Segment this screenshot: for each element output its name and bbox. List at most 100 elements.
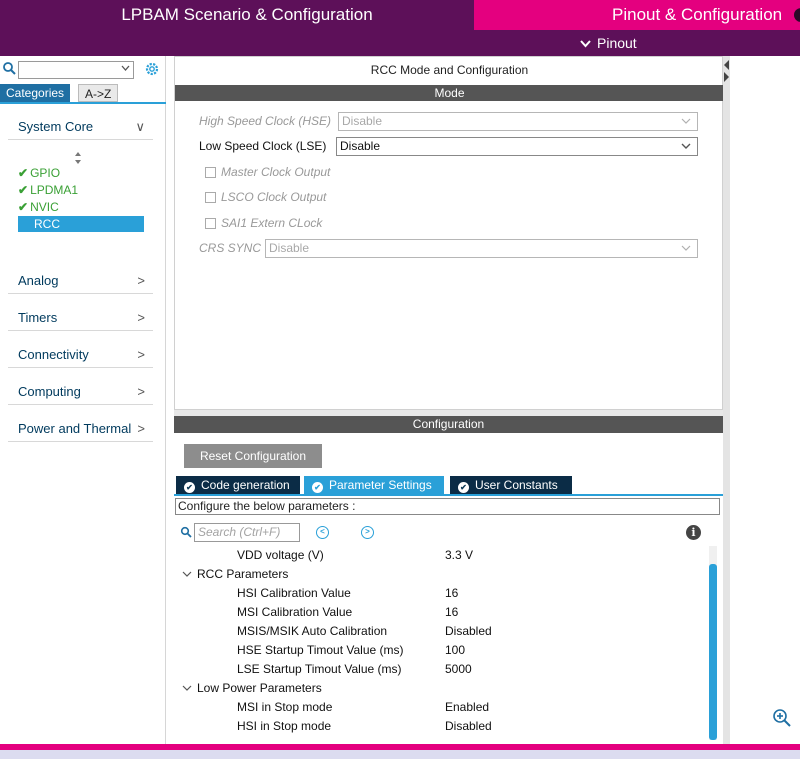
tab-pinout-configuration[interactable]: Pinout & Configuration — [474, 0, 800, 30]
peripheral-label: GPIO — [30, 166, 61, 180]
peripheral-label: LPDMA1 — [30, 183, 79, 197]
sub-bar: Pinout — [0, 30, 800, 56]
gear-icon[interactable] — [143, 60, 161, 78]
crs-sync-field: CRS SYNC Disable — [199, 239, 699, 259]
param-name: HSI in Stop mode — [237, 719, 332, 733]
categories-sidebar: Categories A->Z System Core ∨ ✔ GPIO ✔ LPD… — [0, 56, 166, 744]
peripheral-nvic[interactable]: ✔ NVIC — [18, 199, 59, 215]
scrollbar-thumb[interactable] — [709, 564, 717, 740]
sidebar-search-row — [0, 60, 166, 80]
configuration-header: Configuration — [174, 416, 723, 433]
category-label: Computing — [18, 384, 81, 399]
category-label: Connectivity — [18, 347, 89, 362]
zoom-in-icon[interactable] — [772, 708, 792, 728]
lse-select[interactable]: Disable — [336, 137, 698, 156]
parameter-scrollbar[interactable] — [709, 546, 717, 740]
tab-a-to-z[interactable]: A->Z — [78, 84, 119, 102]
table-group-row[interactable]: RCC Parameters — [174, 565, 708, 584]
sai1-checkbox[interactable] — [205, 218, 216, 229]
category-system-core[interactable]: System Core ∨ — [8, 114, 153, 140]
tab-label: User Constants — [475, 478, 558, 492]
lse-field: Low Speed Clock (LSE) Disable — [199, 137, 699, 157]
table-group-row[interactable]: Low Power Parameters — [174, 679, 708, 698]
pinout-menu[interactable]: Pinout — [580, 30, 637, 58]
mco-checkbox-row[interactable]: Master Clock Output — [205, 164, 505, 182]
category-tabs: Categories A->Z — [0, 84, 166, 104]
param-name: MSI Calibration Value — [237, 605, 353, 619]
top-bar: LPBAM Scenario & Configuration Pinout & … — [0, 0, 800, 30]
tab-code-generation[interactable]: ✔ Code generation — [176, 476, 300, 494]
info-icon[interactable]: i — [686, 525, 701, 540]
peripheral-lpdma1[interactable]: ✔ LPDMA1 — [18, 182, 78, 198]
category-analog[interactable]: Analog > — [8, 268, 153, 294]
param-value: 3.3 V — [445, 548, 474, 562]
lsco-checkbox[interactable] — [205, 192, 216, 203]
chevron-down-icon — [121, 64, 130, 75]
next-match-icon[interactable]: > — [361, 526, 374, 539]
category-timers[interactable]: Timers > — [8, 305, 153, 331]
tab-categories[interactable]: Categories — [0, 84, 71, 102]
table-row[interactable]: VDD voltage (V) 3.3 V — [174, 546, 708, 565]
check-icon: ✔ — [18, 183, 29, 197]
param-name: LSE Startup Timout Value (ms) — [237, 662, 402, 676]
tab-user-constants[interactable]: ✔ User Constants — [450, 476, 572, 494]
table-row[interactable]: MSIS/MSIK Auto Calibration Disabled — [174, 622, 708, 641]
crs-sync-label: CRS SYNC — [199, 241, 262, 255]
table-row[interactable]: LSE Startup Timout Value (ms) 5000 — [174, 660, 708, 679]
table-row[interactable]: HSI in Stop mode Disabled — [174, 717, 708, 736]
collapse-left-icon[interactable] — [724, 60, 729, 70]
mco-label: Master Clock Output — [221, 165, 331, 179]
hse-select-value: Disable — [342, 114, 383, 128]
tabs-underline — [174, 494, 723, 496]
crs-sync-select[interactable]: Disable — [265, 239, 698, 258]
expand-right-icon[interactable] — [724, 72, 729, 82]
tab-parameter-settings[interactable]: ✔ Parameter Settings — [304, 476, 444, 494]
chevron-down-icon — [681, 113, 691, 136]
check-circle-icon: ✔ — [458, 482, 469, 493]
search-icon — [180, 526, 192, 538]
mode-panel: RCC Mode and Configuration Mode High Spe… — [174, 56, 724, 410]
param-value: Disabled — [445, 719, 492, 733]
mco-checkbox[interactable] — [205, 167, 216, 178]
peripheral-gpio[interactable]: ✔ GPIO — [18, 165, 60, 181]
param-value: 16 — [445, 586, 459, 600]
category-computing[interactable]: Computing > — [8, 379, 153, 405]
param-name: VDD voltage (V) — [237, 548, 324, 562]
parameter-search-input[interactable]: Search (Ctrl+F) — [194, 523, 300, 542]
lsco-checkbox-row[interactable]: LSCO Clock Output — [205, 189, 505, 207]
bottom-status-area — [0, 750, 800, 759]
sort-icon[interactable] — [73, 151, 83, 165]
param-value: 100 — [445, 643, 466, 657]
main-panel: RCC Mode and Configuration Mode High Spe… — [174, 56, 724, 744]
reset-configuration-button[interactable]: Reset Configuration — [184, 444, 322, 468]
chevron-down-icon — [681, 240, 691, 263]
category-power-and-thermal[interactable]: Power and Thermal > — [8, 416, 153, 442]
param-name: HSI Calibration Value — [237, 586, 351, 600]
mode-header: Mode — [175, 85, 724, 101]
table-row[interactable]: MSI Calibration Value 16 — [174, 603, 708, 622]
param-value: 5000 — [445, 662, 472, 676]
chevron-right-icon: > — [137, 347, 145, 362]
sai1-checkbox-row[interactable]: SAI1 Extern CLock — [205, 215, 505, 233]
tab-lpbam-scenario[interactable]: LPBAM Scenario & Configuration — [0, 0, 474, 30]
configuration-panel: Configuration Reset Configuration ✔ Code … — [174, 416, 723, 744]
category-connectivity[interactable]: Connectivity > — [8, 342, 153, 368]
table-row[interactable]: HSI Calibration Value 16 — [174, 584, 708, 603]
chevron-right-icon: > — [137, 421, 145, 436]
table-row[interactable]: HSE Startup Timout Value (ms) 100 — [174, 641, 708, 660]
pinout-view — [730, 56, 800, 744]
check-circle-icon: ✔ — [184, 482, 195, 493]
hse-select[interactable]: Disable — [338, 112, 698, 131]
table-row[interactable]: MSI in Stop mode Enabled — [174, 698, 708, 717]
chevron-right-icon: > — [137, 384, 145, 399]
sidebar-search-combo[interactable] — [18, 61, 134, 79]
check-circle-icon: ✔ — [312, 482, 323, 493]
chevron-right-icon: > — [137, 273, 145, 288]
sai1-label: SAI1 Extern CLock — [221, 216, 323, 230]
peripheral-rcc[interactable]: RCC — [18, 216, 144, 232]
lse-label: Low Speed Clock (LSE) — [199, 139, 327, 153]
crs-sync-select-value: Disable — [269, 241, 310, 255]
previous-match-icon[interactable]: < — [316, 526, 329, 539]
panel-collapse-strip[interactable] — [723, 56, 730, 744]
param-value: Disabled — [445, 624, 492, 638]
